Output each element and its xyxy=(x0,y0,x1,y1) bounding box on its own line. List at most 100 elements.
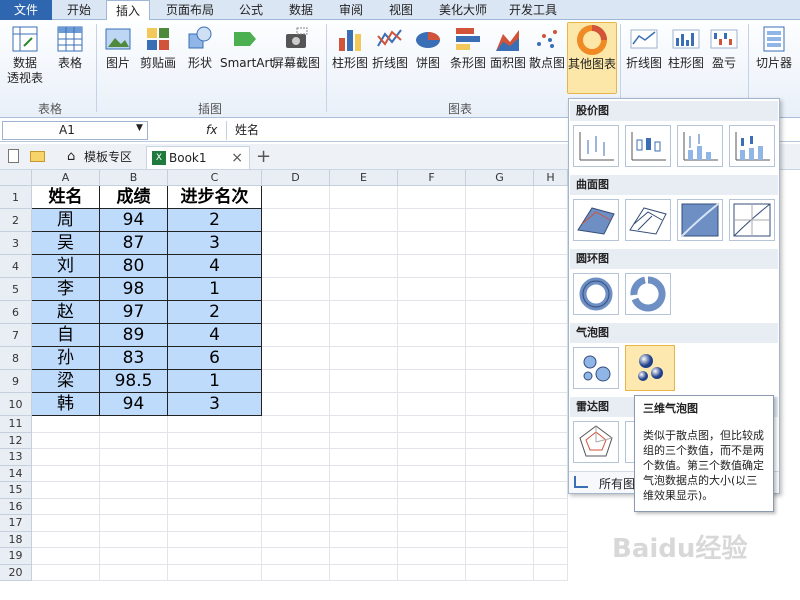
empty-cell[interactable] xyxy=(330,301,398,324)
row-header-15[interactable]: 15 xyxy=(0,482,32,499)
empty-cell[interactable] xyxy=(398,301,466,324)
empty-cell[interactable] xyxy=(534,416,568,433)
open-folder-icon[interactable] xyxy=(30,151,45,162)
empty-cell[interactable] xyxy=(466,232,534,255)
row-header-18[interactable]: 18 xyxy=(0,531,32,548)
empty-cell[interactable] xyxy=(262,564,330,581)
tab-template-zone[interactable]: ⌂ 模板专区 xyxy=(62,146,142,169)
column-header-c[interactable]: C xyxy=(168,170,262,186)
name-box-dropdown-icon[interactable]: ▼ xyxy=(136,123,143,133)
empty-cell[interactable] xyxy=(262,416,330,433)
empty-cell[interactable] xyxy=(330,186,398,209)
menu-view[interactable]: 视图 xyxy=(380,0,422,20)
row-header-2[interactable]: 2 xyxy=(0,209,32,232)
empty-cell[interactable] xyxy=(330,347,398,370)
row-header-1[interactable]: 1 xyxy=(0,186,32,209)
empty-cell[interactable] xyxy=(398,498,466,515)
empty-cell[interactable] xyxy=(534,465,568,482)
data-cell[interactable]: 4 xyxy=(168,255,262,278)
column-chart-button[interactable]: 柱形图 xyxy=(330,24,370,71)
empty-cell[interactable] xyxy=(100,531,168,548)
empty-cell[interactable] xyxy=(534,301,568,324)
empty-cell[interactable] xyxy=(466,498,534,515)
header-cell[interactable]: 姓名 xyxy=(32,186,100,209)
data-cell[interactable]: 韩 xyxy=(32,393,100,416)
empty-cell[interactable] xyxy=(534,278,568,301)
data-cell[interactable]: 87 xyxy=(100,232,168,255)
data-cell[interactable]: 6 xyxy=(168,347,262,370)
row-header-11[interactable]: 11 xyxy=(0,416,32,433)
picture-button[interactable]: 图片 xyxy=(100,24,136,71)
empty-cell[interactable] xyxy=(32,498,100,515)
empty-cell[interactable] xyxy=(262,278,330,301)
data-cell[interactable]: 孙 xyxy=(32,347,100,370)
empty-cell[interactable] xyxy=(534,209,568,232)
row-header-9[interactable]: 9 xyxy=(0,370,32,393)
bubble-chart-thumb[interactable] xyxy=(573,347,619,389)
sparkline-column-button[interactable]: 柱形图 xyxy=(666,24,706,71)
empty-cell[interactable] xyxy=(398,370,466,393)
empty-cell[interactable] xyxy=(262,515,330,532)
empty-cell[interactable] xyxy=(398,255,466,278)
data-cell[interactable]: 89 xyxy=(100,324,168,347)
empty-cell[interactable] xyxy=(262,209,330,232)
empty-cell[interactable] xyxy=(168,515,262,532)
empty-cell[interactable] xyxy=(262,449,330,466)
empty-cell[interactable] xyxy=(466,301,534,324)
empty-cell[interactable] xyxy=(262,432,330,449)
menu-formulas[interactable]: 公式 xyxy=(230,0,272,20)
empty-cell[interactable] xyxy=(262,548,330,565)
scatter-chart-button[interactable]: 散点图 xyxy=(528,24,566,71)
empty-cell[interactable] xyxy=(330,449,398,466)
formula-input[interactable]: 姓名 xyxy=(226,121,566,140)
header-cell[interactable]: 成绩 xyxy=(100,186,168,209)
empty-cell[interactable] xyxy=(330,209,398,232)
empty-cell[interactable] xyxy=(32,465,100,482)
column-header-d[interactable]: D xyxy=(262,170,330,186)
table-button[interactable]: 表格 xyxy=(52,24,88,71)
screenshot-button[interactable]: 屏幕截图 xyxy=(272,24,320,71)
other-charts-button[interactable]: 其他图表 xyxy=(567,22,617,94)
sparkline-line-button[interactable]: 折线图 xyxy=(624,24,664,71)
empty-cell[interactable] xyxy=(534,255,568,278)
column-header-b[interactable]: B xyxy=(100,170,168,186)
empty-cell[interactable] xyxy=(398,393,466,416)
shapes-button[interactable]: 形状 xyxy=(182,24,218,71)
empty-cell[interactable] xyxy=(466,186,534,209)
row-header-13[interactable]: 13 xyxy=(0,449,32,466)
empty-cell[interactable] xyxy=(262,370,330,393)
empty-cell[interactable] xyxy=(32,449,100,466)
empty-cell[interactable] xyxy=(32,416,100,433)
empty-cell[interactable] xyxy=(262,186,330,209)
data-cell[interactable]: 98 xyxy=(100,278,168,301)
empty-cell[interactable] xyxy=(466,278,534,301)
empty-cell[interactable] xyxy=(262,347,330,370)
empty-cell[interactable] xyxy=(398,449,466,466)
empty-cell[interactable] xyxy=(466,393,534,416)
empty-cell[interactable] xyxy=(262,393,330,416)
empty-cell[interactable] xyxy=(32,432,100,449)
bar-chart-button[interactable]: 条形图 xyxy=(448,24,488,71)
empty-cell[interactable] xyxy=(534,393,568,416)
data-cell[interactable]: 自 xyxy=(32,324,100,347)
data-cell[interactable]: 83 xyxy=(100,347,168,370)
close-icon[interactable]: × xyxy=(231,147,243,169)
empty-cell[interactable] xyxy=(466,209,534,232)
empty-cell[interactable] xyxy=(534,498,568,515)
empty-cell[interactable] xyxy=(398,482,466,499)
empty-cell[interactable] xyxy=(466,564,534,581)
surface-chart-thumb-1[interactable] xyxy=(573,199,619,241)
empty-cell[interactable] xyxy=(398,324,466,347)
slicer-button[interactable]: 切片器 xyxy=(752,24,796,71)
empty-cell[interactable] xyxy=(100,515,168,532)
empty-cell[interactable] xyxy=(398,548,466,565)
empty-cell[interactable] xyxy=(262,531,330,548)
empty-cell[interactable] xyxy=(100,548,168,565)
empty-cell[interactable] xyxy=(466,449,534,466)
row-header-17[interactable]: 17 xyxy=(0,515,32,532)
clipart-button[interactable]: 剪贴画 xyxy=(138,24,178,71)
data-cell[interactable]: 梁 xyxy=(32,370,100,393)
add-tab-icon[interactable]: + xyxy=(256,146,271,167)
area-chart-button[interactable]: 面积图 xyxy=(488,24,528,71)
empty-cell[interactable] xyxy=(466,531,534,548)
